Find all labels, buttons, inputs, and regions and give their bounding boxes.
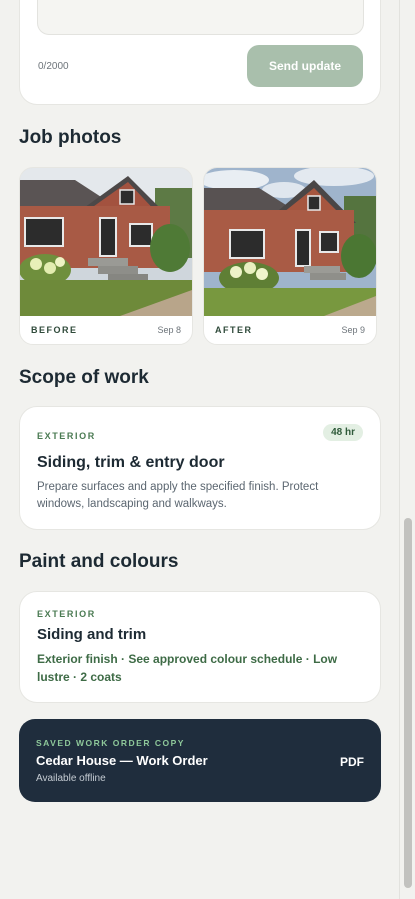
photo-date: Sep 9 [341, 325, 365, 335]
photo-caption: AFTER Sep 9 [204, 316, 376, 344]
scope-item-title: Siding, trim & entry door [37, 454, 225, 471]
after-photo-card[interactable]: AFTER Sep 9 [203, 167, 377, 345]
hours-badge: 48 hr [323, 424, 363, 441]
update-textarea[interactable] [37, 0, 364, 35]
scope-of-work-title: Scope of work [19, 367, 149, 388]
paint-item-title: Siding and trim [37, 626, 147, 643]
before-house-photo [20, 168, 192, 316]
saved-copy-title: Cedar House — Work Order [36, 753, 208, 768]
pdf-label[interactable]: PDF [340, 755, 364, 769]
photo-label: AFTER [215, 325, 253, 335]
paint-card[interactable]: EXTERIOR Siding and trim Exterior finish… [19, 591, 381, 703]
photo-date: Sep 8 [157, 325, 181, 335]
paint-detail: Exterior finish · See approved colour sc… [37, 652, 338, 684]
scope-card[interactable]: EXTERIOR 48 hr Siding, trim & entry door… [19, 406, 381, 530]
paint-and-colours-title: Paint and colours [19, 551, 179, 572]
scrollbar-track[interactable] [399, 0, 415, 899]
saved-copy-eyebrow: SAVED WORK ORDER COPY [36, 738, 185, 748]
photo-label: BEFORE [31, 325, 78, 335]
char-counter: 0/2000 [38, 61, 69, 72]
saved-work-order-card[interactable]: SAVED WORK ORDER COPY Cedar House — Work… [19, 719, 381, 802]
job-photos-title: Job photos [19, 127, 122, 148]
scope-category: EXTERIOR [37, 431, 96, 441]
send-update-button[interactable]: Send update [247, 45, 363, 87]
before-photo-card[interactable]: BEFORE Sep 8 [19, 167, 193, 345]
photo-caption: BEFORE Sep 8 [20, 316, 192, 344]
paint-category: EXTERIOR [37, 609, 96, 619]
scope-description: Prepare surfaces and apply the specified… [37, 481, 319, 510]
scrollbar-thumb[interactable] [404, 518, 412, 888]
saved-copy-status: Available offline [36, 773, 106, 784]
after-house-photo [204, 168, 376, 316]
update-form-card: 0/2000 Send update [19, 0, 381, 105]
